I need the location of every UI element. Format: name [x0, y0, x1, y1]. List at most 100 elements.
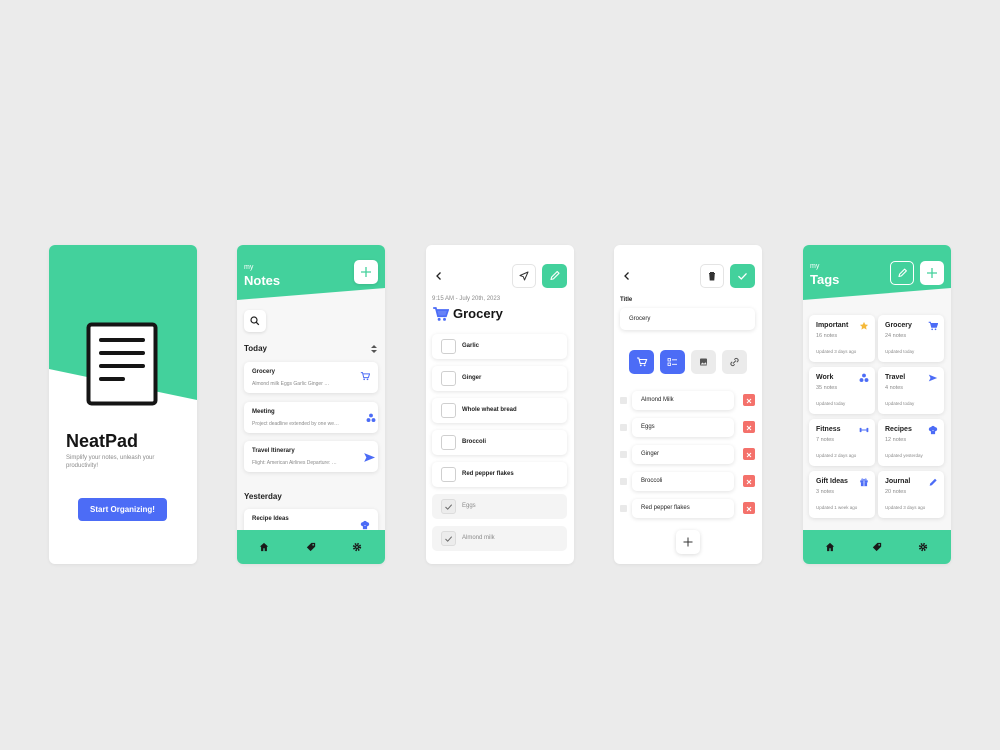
tag-count: 12 notes	[885, 437, 907, 443]
note-preview: Flight: American Airlines Departure: …	[252, 460, 337, 466]
notes-screen: my Notes Today Grocery Almond milk Eggs …	[237, 245, 385, 564]
tag-card[interactable]: Work 35 notes Updated today	[809, 367, 875, 414]
note-title: Grocery	[453, 306, 503, 321]
checklist-item-label: Almond milk	[462, 535, 495, 541]
note-card-meeting[interactable]: Meeting Project deadline extended by one…	[244, 402, 378, 433]
tag-card[interactable]: Journal 20 notes Updated 3 days ago	[878, 471, 944, 518]
checkbox[interactable]	[441, 403, 456, 418]
tag-card[interactable]: Travel 4 notes Updated today	[878, 367, 944, 414]
drag-handle[interactable]	[620, 397, 627, 404]
note-card-grocery[interactable]: Grocery Almond milk Eggs Garlic Ginger …	[244, 362, 378, 393]
back-chevron-icon[interactable]	[434, 271, 444, 281]
checklist-item[interactable]: Garlic	[432, 334, 567, 359]
back-chevron-icon[interactable]	[622, 271, 632, 281]
home-icon[interactable]	[825, 542, 835, 552]
checkbox[interactable]	[441, 435, 456, 450]
checklist-item[interactable]: Eggs	[432, 494, 567, 519]
tag-card[interactable]: Grocery 24 notes Updated today	[878, 315, 944, 362]
checkbox[interactable]	[441, 371, 456, 386]
gear-icon[interactable]	[352, 542, 362, 552]
tagline-line2: productivity!	[66, 463, 99, 469]
add-note-button[interactable]	[354, 260, 378, 284]
item-field[interactable]: Ginger	[632, 445, 734, 464]
add-item-button[interactable]	[676, 530, 700, 554]
drag-handle[interactable]	[620, 478, 627, 485]
splash-screen: NeatPad Simplify your notes, unleash you…	[49, 245, 197, 564]
pencil-icon	[550, 270, 560, 281]
people-icon	[366, 413, 376, 422]
tag-link-button[interactable]	[722, 350, 747, 374]
tag-updated: Updated 2 days ago	[816, 453, 857, 458]
tag-name: Fitness	[816, 426, 841, 433]
add-tag-button[interactable]	[920, 261, 944, 285]
item-field[interactable]: Broccoli	[632, 472, 734, 491]
home-icon[interactable]	[259, 542, 269, 552]
close-icon	[746, 425, 752, 431]
tag-card[interactable]: Recipes 12 notes Updated yesterday	[878, 419, 944, 466]
checkbox-checked[interactable]	[441, 531, 456, 546]
edit-button[interactable]	[542, 264, 567, 288]
tags-header-small: my	[810, 263, 820, 270]
tag-card[interactable]: Important 16 notes Updated 3 days ago	[809, 315, 875, 362]
gear-icon[interactable]	[918, 542, 928, 552]
tag-count: 3 notes	[816, 489, 835, 495]
note-title: Grocery	[252, 369, 276, 375]
tag-card[interactable]: Gift Ideas 3 notes Updated 1 week ago	[809, 471, 875, 518]
tag-updated: Updated today	[885, 349, 915, 354]
title-field[interactable]: Grocery	[620, 308, 755, 330]
checkbox[interactable]	[441, 467, 456, 482]
trash-icon	[709, 272, 715, 281]
sort-icon[interactable]	[370, 344, 378, 354]
confirm-button[interactable]	[730, 264, 755, 288]
plus-icon	[927, 268, 937, 278]
tag-name: Recipes	[885, 426, 912, 433]
drag-handle[interactable]	[620, 505, 627, 512]
start-organizing-button[interactable]: Start Organizing!	[78, 498, 167, 521]
tag-card[interactable]: Fitness 7 notes Updated 2 days ago	[809, 419, 875, 466]
tag-icon[interactable]	[306, 542, 316, 552]
delete-button[interactable]	[700, 264, 724, 288]
pencil-icon	[898, 268, 907, 278]
item-field[interactable]: Almond Milk	[632, 391, 734, 410]
note-preview: Almond milk Eggs Garlic Ginger …	[252, 381, 330, 387]
checkbox[interactable]	[441, 339, 456, 354]
tag-image-button[interactable]	[691, 350, 716, 374]
tag-icon[interactable]	[872, 542, 882, 552]
checklist-item-label: Red pepper flakes	[462, 471, 514, 477]
checklist-item[interactable]: Almond milk	[432, 526, 567, 551]
cart-icon	[360, 372, 370, 381]
tag-checklist-button[interactable]	[660, 350, 685, 374]
checklist-item[interactable]: Broccoli	[432, 430, 567, 455]
cart-icon	[637, 357, 648, 367]
drag-handle[interactable]	[620, 424, 627, 431]
edit-tags-button[interactable]	[890, 261, 914, 285]
gift-icon	[860, 478, 868, 487]
plane-icon	[364, 453, 375, 462]
today-label: Today	[244, 344, 267, 353]
item-field[interactable]: Red pepper flakes	[632, 499, 734, 518]
remove-item-button[interactable]	[743, 475, 755, 487]
tag-cart-button[interactable]	[629, 350, 654, 374]
checklist-item[interactable]: Ginger	[432, 366, 567, 391]
search-button[interactable]	[244, 310, 266, 332]
search-icon	[250, 316, 260, 326]
checklist-item[interactable]: Whole wheat bread	[432, 398, 567, 423]
remove-item-button[interactable]	[743, 448, 755, 460]
remove-item-button[interactable]	[743, 394, 755, 406]
note-card-travel[interactable]: Travel Itinerary Flight: American Airlin…	[244, 441, 378, 472]
yesterday-label: Yesterday	[244, 492, 282, 501]
remove-item-button[interactable]	[743, 502, 755, 514]
item-field-value: Ginger	[641, 451, 660, 457]
checklist-item[interactable]: Red pepper flakes	[432, 462, 567, 487]
checkbox-checked[interactable]	[441, 499, 456, 514]
notes-tabbar	[237, 530, 385, 564]
send-button[interactable]	[512, 264, 536, 288]
check-icon	[738, 272, 747, 280]
remove-item-button[interactable]	[743, 421, 755, 433]
title-label: Title	[620, 297, 633, 303]
item-field[interactable]: Eggs	[632, 418, 734, 437]
pen-icon	[929, 478, 937, 486]
drag-handle[interactable]	[620, 451, 627, 458]
start-organizing-label: Start Organizing!	[90, 505, 155, 514]
tag-updated: Updated yesterday	[885, 453, 923, 458]
